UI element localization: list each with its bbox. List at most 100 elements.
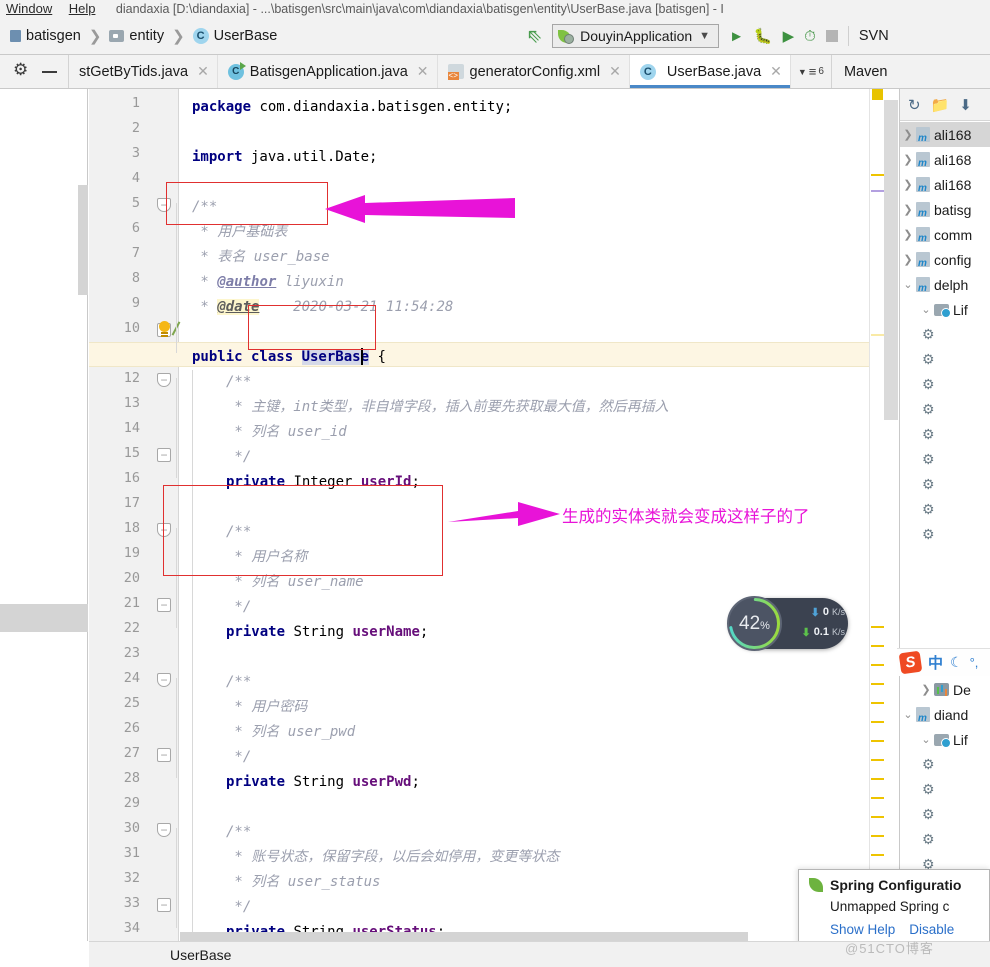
maven-tree-row[interactable]: ⌄ delph — [900, 272, 990, 297]
svn-menu[interactable]: SVN — [859, 28, 889, 44]
profile-icon[interactable]: ⏱ — [804, 29, 816, 44]
code-line[interactable]: * 列名 user_status — [226, 870, 380, 895]
chevron-down-icon[interactable]: ⌄ — [918, 733, 934, 746]
maven-goal-row[interactable]: ⚙ — [900, 347, 990, 372]
maven-tree-row[interactable]: ❯ ali168 — [900, 147, 990, 172]
code-line[interactable]: /** — [226, 370, 251, 395]
close-icon[interactable]: ✕ — [770, 63, 782, 80]
maven-goal-row[interactable]: ⚙ — [900, 802, 990, 827]
chevron-right-icon[interactable]: ❯ — [918, 683, 934, 696]
code-line[interactable]: * 用户基础表 — [192, 220, 287, 245]
download-sources-icon[interactable]: ⬇ — [959, 96, 972, 114]
code-line[interactable]: * 账号状态，保留字段，以后会如停用，变更等状态 — [226, 845, 559, 870]
spring-notification-popup[interactable]: Spring Configuratio Unmapped Spring c Sh… — [798, 869, 990, 947]
code-fold-icon[interactable]: − — [157, 898, 171, 912]
close-icon[interactable]: ✕ — [197, 63, 209, 80]
maven-goal-row[interactable]: ⚙ — [900, 752, 990, 777]
maven-tree-row[interactable]: ❯ De — [900, 677, 990, 702]
maven-goal-row[interactable]: ⚙ — [900, 397, 990, 422]
code-line[interactable]: * 主键，int类型，非自增字段，插入前要先获取最大值，然后再插入 — [226, 395, 668, 420]
code-line[interactable]: */ — [226, 895, 251, 920]
code-line[interactable]: * 列名 user_pwd — [226, 720, 355, 745]
punctuation-mode-icon[interactable]: °, — [970, 655, 979, 670]
maven-tree-row[interactable]: ❯ comm — [900, 222, 990, 247]
code-line[interactable]: /** — [192, 195, 217, 220]
disable-link[interactable]: Disable — [909, 922, 954, 937]
menu-window[interactable]: Window — [0, 0, 58, 17]
code-fold-icon[interactable]: − — [157, 198, 171, 212]
tab-stgetbytids[interactable]: stGetByTids.java ✕ — [69, 55, 218, 88]
code-line[interactable]: * 表名 user_base — [192, 245, 329, 270]
maven-goal-row[interactable]: ⚙ — [900, 497, 990, 522]
code-fold-icon[interactable]: − — [157, 523, 171, 537]
left-scrollbar-thumb[interactable] — [78, 185, 88, 295]
code-fold-icon[interactable]: − — [157, 823, 171, 837]
ime-mode-label[interactable]: 中 — [928, 652, 943, 673]
code-line[interactable]: */ — [226, 445, 251, 470]
menu-help[interactable]: Help — [63, 0, 102, 17]
chevron-right-icon[interactable]: ❯ — [900, 153, 916, 166]
code-fold-icon[interactable]: − — [157, 448, 171, 462]
breadcrumb-module[interactable]: batisgen — [8, 28, 83, 44]
tab-overflow-button[interactable]: ▼ ≡ 6 — [791, 55, 831, 88]
editor-gutter[interactable]: 12345−678910−1112−131415−161718−192021−2… — [89, 89, 181, 941]
code-fold-icon[interactable]: − — [157, 748, 171, 762]
editor-marker-bar[interactable] — [869, 89, 884, 941]
maven-tree-row[interactable]: ⌄ diand — [900, 702, 990, 727]
code-line[interactable]: private String userName; — [226, 620, 428, 645]
run-icon[interactable]: ► — [729, 29, 744, 44]
maven-tool-window-label[interactable]: Maven — [830, 55, 900, 88]
inspection-status-icon[interactable] — [872, 89, 883, 100]
maven-goal-row[interactable]: ⚙ — [900, 322, 990, 347]
code-line[interactable]: * @author liyuxin — [192, 270, 343, 295]
breadcrumb-package[interactable]: entity — [107, 28, 166, 44]
left-panel-block[interactable] — [0, 604, 88, 632]
code-line[interactable]: /** — [226, 520, 251, 545]
maven-goal-row[interactable]: ⚙ — [900, 472, 990, 497]
run-with-coverage-icon[interactable]: ▶ — [783, 29, 795, 44]
code-line[interactable]: private String userPwd; — [226, 770, 420, 795]
code-line[interactable]: */ — [226, 595, 251, 620]
intention-bulb-icon[interactable] — [156, 321, 174, 339]
minimize-icon[interactable] — [42, 70, 57, 73]
back-arrow-icon[interactable]: ⤊ — [522, 23, 548, 49]
network-monitor-widget[interactable]: 42% ⬇ 0 K/s ⬇ 0.1 K/s — [727, 596, 848, 651]
maven-goal-row[interactable]: ⚙ — [900, 422, 990, 447]
maven-tree-row[interactable]: ⌄ Lif — [900, 727, 990, 752]
show-help-link[interactable]: Show Help — [830, 922, 895, 937]
chevron-right-icon[interactable]: ❯ — [900, 253, 916, 266]
code-line[interactable]: * 用户密码 — [226, 695, 307, 720]
code-line[interactable]: * 列名 user_id — [226, 420, 346, 445]
maven-tree-row[interactable]: ❯ batisg — [900, 197, 990, 222]
run-configuration-selector[interactable]: DouyinApplication ▼ — [552, 24, 720, 48]
maven-goal-row[interactable]: ⚙ — [900, 777, 990, 802]
maven-tree-row[interactable]: ❯ config — [900, 247, 990, 272]
close-icon[interactable]: ✕ — [417, 63, 429, 80]
stop-icon[interactable] — [825, 30, 838, 42]
gear-icon[interactable] — [13, 60, 29, 80]
code-line[interactable]: /** — [226, 820, 251, 845]
chevron-right-icon[interactable]: ❯ — [900, 178, 916, 191]
maven-tree-row[interactable]: ❯ ali168 — [900, 122, 990, 147]
add-maven-project-icon[interactable]: 📁 — [931, 96, 950, 114]
close-icon[interactable]: ✕ — [609, 63, 621, 80]
moon-icon[interactable]: ☾ — [950, 654, 963, 671]
maven-tree-row[interactable]: ❯ ali168 — [900, 172, 990, 197]
maven-goal-row[interactable]: ⚙ — [900, 372, 990, 397]
tab-userbase[interactable]: C UserBase.java ✕ — [629, 55, 791, 88]
chevron-down-icon[interactable]: ⌄ — [900, 708, 916, 721]
code-line[interactable]: * 列名 user_name — [226, 570, 363, 595]
code-line[interactable]: */ — [226, 745, 251, 770]
editor-vertical-scrollbar-thumb[interactable] — [884, 100, 898, 420]
code-line[interactable]: public class UserBase { — [192, 345, 386, 370]
code-line[interactable]: * 用户名称 — [226, 545, 307, 570]
chevron-right-icon[interactable]: ❯ — [900, 128, 916, 141]
maven-goal-row[interactable]: ⚙ — [900, 447, 990, 472]
chevron-right-icon[interactable]: ❯ — [900, 203, 916, 216]
code-fold-icon[interactable]: − — [157, 673, 171, 687]
maven-goal-row[interactable]: ⚙ — [900, 827, 990, 852]
tab-generatorconfig[interactable]: generatorConfig.xml ✕ — [437, 55, 630, 88]
code-fold-icon[interactable]: − — [157, 598, 171, 612]
editor-horizontal-scrollbar-thumb[interactable] — [180, 932, 748, 941]
maven-project-tree[interactable]: ❯ ali168 ❯ ali168 ❯ ali168 ❯ batisg ❯ comm ❯ config… — [900, 122, 990, 967]
